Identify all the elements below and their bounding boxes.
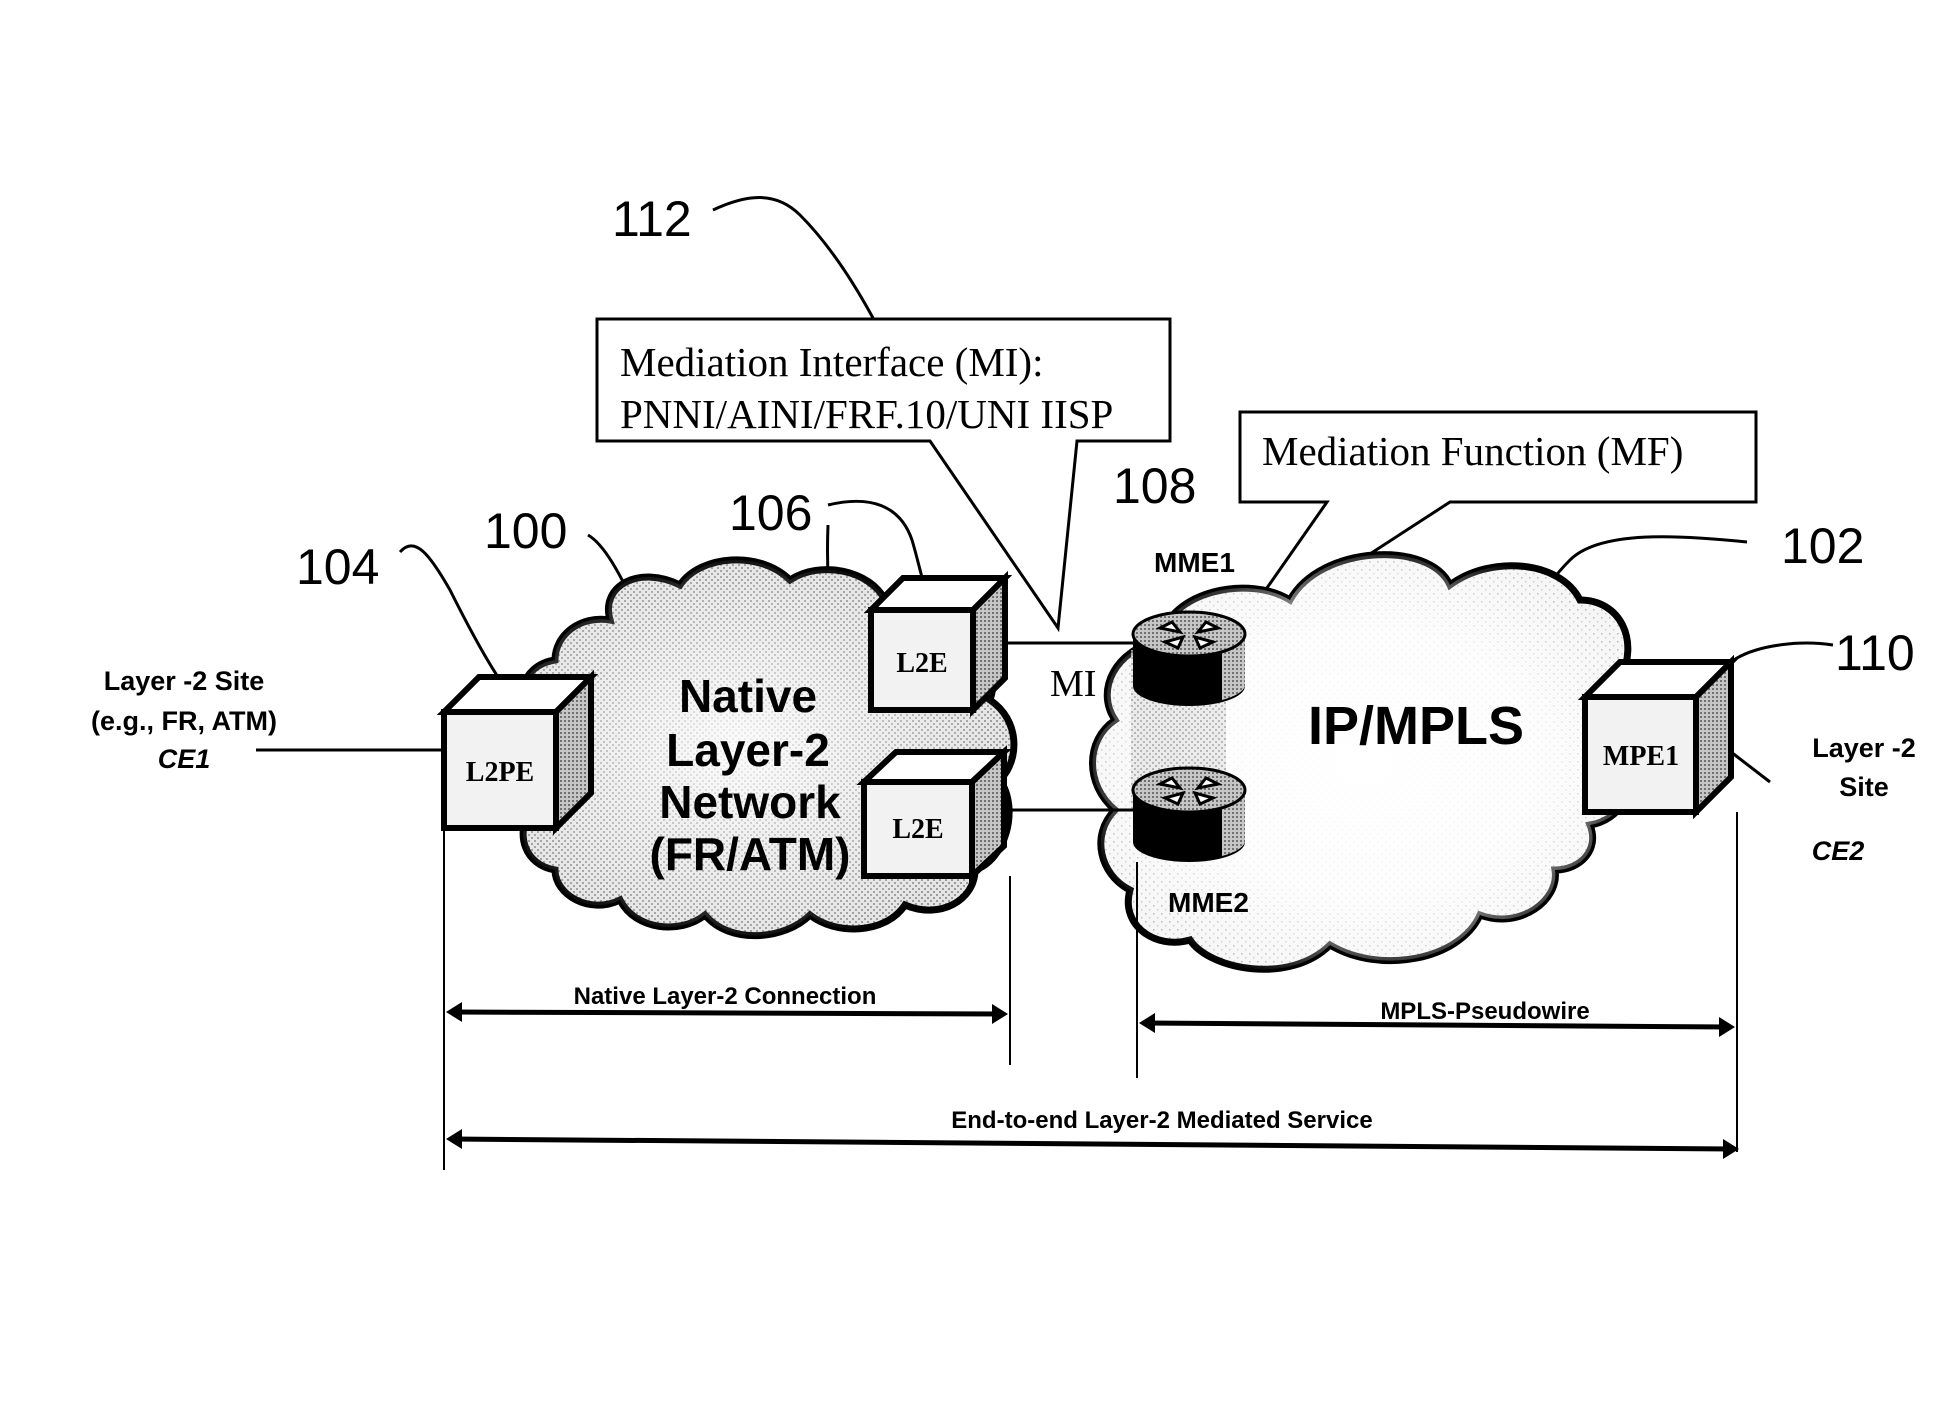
end-to-end-label: End-to-end Layer-2 Mediated Service: [951, 1107, 1372, 1134]
l2e-top-node[interactable]: L2E: [863, 570, 1013, 718]
native-network-line1: Native: [679, 670, 817, 722]
site-left-ce1: CE1: [158, 744, 211, 774]
mi-link-label: MI: [1050, 663, 1096, 705]
pseudowire-span: MPLS-Pseudowire: [1139, 998, 1735, 1037]
ref-110-label: 110: [1835, 625, 1915, 681]
mme2-router[interactable]: [1131, 766, 1247, 862]
mme2-label: MME2: [1168, 887, 1249, 918]
mme1-label: MME1: [1154, 547, 1235, 578]
l2e-top-label: L2E: [896, 648, 947, 679]
native-connection-span: Native Layer-2 Connection: [446, 983, 1008, 1024]
site-right-label: Layer -2 Site CE2: [1812, 733, 1916, 866]
l2e-bottom-label: L2E: [892, 814, 943, 845]
ref-104-label: 104: [296, 539, 379, 595]
ref-112-label: 112: [612, 191, 692, 247]
site-right-line2: Site: [1839, 772, 1889, 802]
site-right-line1: Layer -2: [1812, 733, 1916, 763]
site-left-line2: (e.g., FR, ATM): [91, 706, 277, 736]
ref-108-label: 108: [1113, 458, 1196, 514]
ref-106-label: 106: [729, 485, 812, 541]
mf-box-label: Mediation Function (MF): [1262, 428, 1683, 474]
native-network-line2: Layer-2: [666, 724, 830, 776]
ce2-access-line: [1730, 750, 1771, 784]
ref-104-leader: [398, 544, 512, 695]
network-diagram: 112 Mediation Interface (MI): PNNI/AINI/…: [91, 191, 1916, 1170]
mme1-router[interactable]: [1131, 610, 1247, 706]
pseudowire-label: MPLS-Pseudowire: [1380, 998, 1589, 1025]
ref-112-leader: [712, 196, 875, 319]
ref-102-label: 102: [1781, 518, 1864, 574]
l2pe-label: L2PE: [466, 757, 534, 788]
native-connection-label: Native Layer-2 Connection: [574, 983, 877, 1010]
l2e-bottom-node[interactable]: L2E: [856, 745, 1012, 883]
end-to-end-span: End-to-end Layer-2 Mediated Service: [446, 1107, 1739, 1159]
l2pe-node[interactable]: L2PE: [436, 669, 599, 836]
native-network-line3: Network: [659, 776, 841, 828]
mi-box-line2: PNNI/AINI/FRF.10/UNI IISP: [620, 391, 1113, 437]
mi-box-line1: Mediation Interface (MI):: [620, 339, 1043, 385]
ref-100-label: 100: [484, 503, 567, 559]
site-left-label: Layer -2 Site (e.g., FR, ATM) CE1: [91, 666, 277, 774]
site-left-line1: Layer -2 Site: [104, 666, 265, 696]
ip-mpls-label: IP/MPLS: [1308, 696, 1524, 756]
mpe1-label: MPE1: [1603, 741, 1679, 772]
mpe1-node[interactable]: MPE1: [1577, 654, 1739, 820]
site-right-ce2: CE2: [1812, 836, 1865, 866]
native-network-line4: (FR/ATM): [650, 828, 851, 880]
